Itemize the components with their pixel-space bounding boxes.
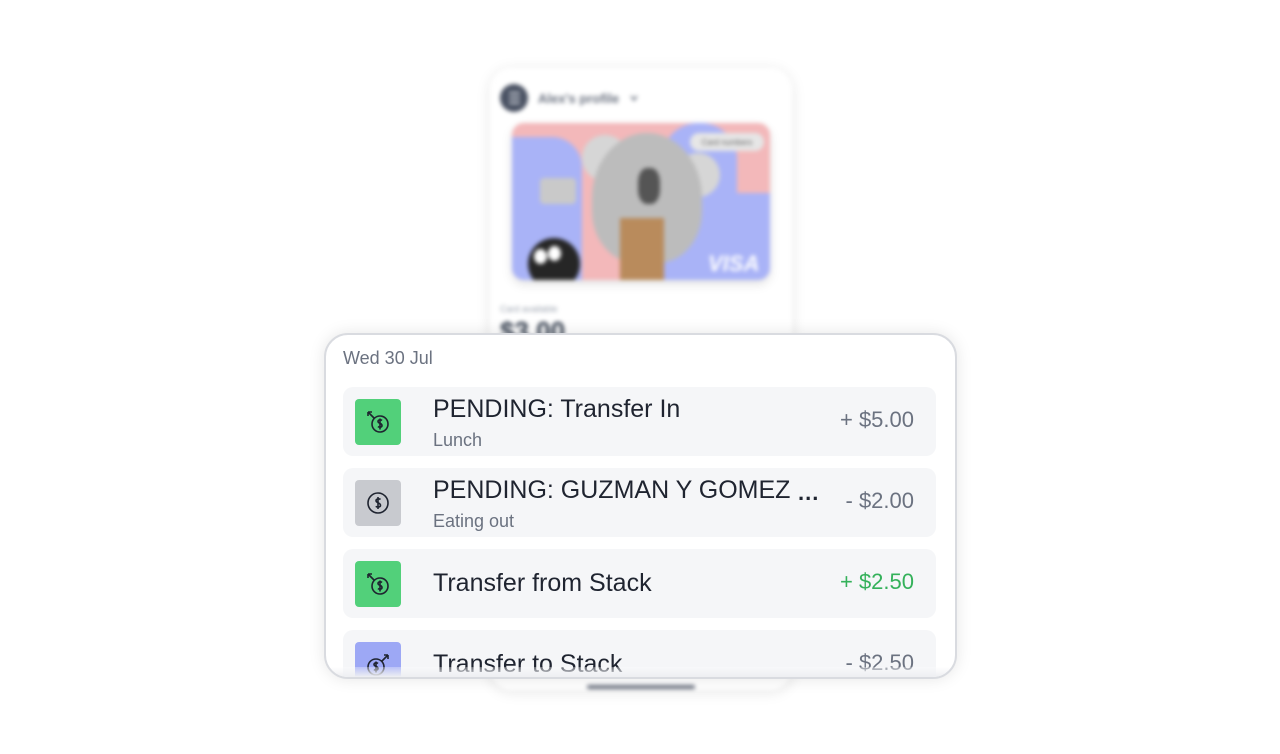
transaction-amount: + $5.00 — [839, 407, 914, 432]
visa-logo: VISA — [708, 251, 760, 276]
transactions-panel: Wed 30 Jul PENDING: Transfer In Lunch + … — [324, 333, 957, 679]
transaction-amount: - $2.00 — [845, 488, 915, 513]
transaction-title: Transfer from Stack — [433, 569, 652, 597]
date-heading: Wed 30 Jul — [343, 348, 433, 368]
available-label: Card available — [500, 304, 558, 314]
transfer-in-icon — [355, 399, 401, 445]
transaction-title: PENDING: GUZMAN Y GOMEZ — [433, 476, 791, 504]
card-chip — [540, 178, 576, 204]
transaction-amount: + $2.50 — [839, 569, 914, 594]
transaction-row[interactable]: PENDING: GUZMAN Y GOMEZ Eating out ... -… — [343, 468, 936, 537]
dollar-coin-icon — [355, 480, 401, 526]
profile-name: Alex's profile — [538, 90, 620, 106]
transaction-title: PENDING: Transfer In — [433, 395, 681, 423]
transaction-row[interactable]: PENDING: Transfer In Lunch + $5.00 — [343, 387, 936, 456]
profile-switcher[interactable]: Alex's profile — [500, 84, 639, 112]
payment-card[interactable]: Card numbers VISA — [512, 123, 770, 280]
transaction-category: Lunch — [433, 430, 483, 450]
truncation-ellipsis: ... — [798, 480, 820, 505]
chevron-down-icon — [630, 95, 638, 102]
scroll-fade — [326, 667, 955, 677]
home-indicator — [587, 685, 695, 689]
transfer-in-icon — [355, 561, 401, 607]
transaction-category: Eating out — [433, 511, 515, 531]
card-numbers-button[interactable]: Card numbers — [690, 133, 764, 151]
menu-icon[interactable] — [500, 84, 528, 112]
transaction-row[interactable]: Transfer from Stack + $2.50 — [343, 549, 936, 618]
